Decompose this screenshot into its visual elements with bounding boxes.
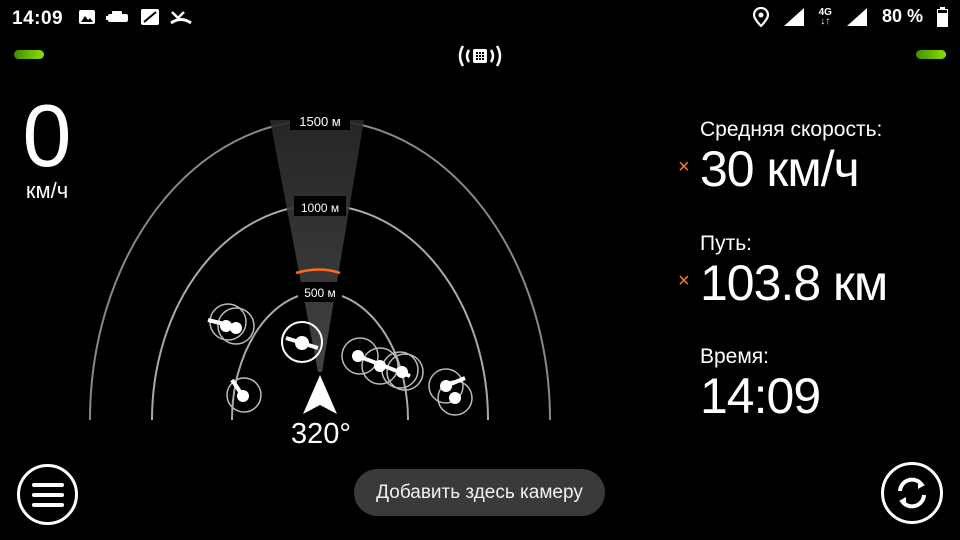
distance-label: Путь: (700, 232, 752, 255)
reset-avg-speed-button[interactable]: × (678, 156, 690, 179)
avg-speed-label: Средняя скорость: (700, 118, 883, 141)
refresh-button[interactable] (881, 462, 943, 524)
vehicle-arrow-icon (303, 375, 337, 414)
camera-marker[interactable] (226, 377, 262, 413)
avg-speed-value: 30 км/ч (700, 141, 860, 197)
add-camera-label: Добавить здесь камеру (376, 481, 583, 503)
refresh-icon (898, 477, 926, 509)
reset-distance-button[interactable]: × (678, 270, 690, 293)
heading-degrees: 320° (291, 418, 351, 450)
camera-marker[interactable] (428, 368, 473, 416)
ring-label-1500: 1500 м (299, 114, 341, 129)
add-camera-button[interactable]: Добавить здесь камеру (354, 469, 605, 516)
avg-speed-block: Средняя скорость: × 30 км/ч (678, 118, 883, 197)
time-label: Время: (700, 345, 770, 368)
camera-marker[interactable] (207, 303, 255, 345)
distance-block: Путь: × 103.8 км (678, 232, 888, 311)
camera-marker[interactable] (341, 337, 424, 391)
menu-button[interactable] (17, 464, 78, 525)
time-value: 14:09 (700, 368, 821, 424)
distance-value: 103.8 км (700, 255, 888, 311)
ring-label-500: 500 м (304, 286, 336, 300)
hamburger-icon (31, 482, 64, 507)
time-block: Время: 14:09 (700, 345, 821, 424)
ring-label-1000: 1000 м (301, 201, 339, 215)
